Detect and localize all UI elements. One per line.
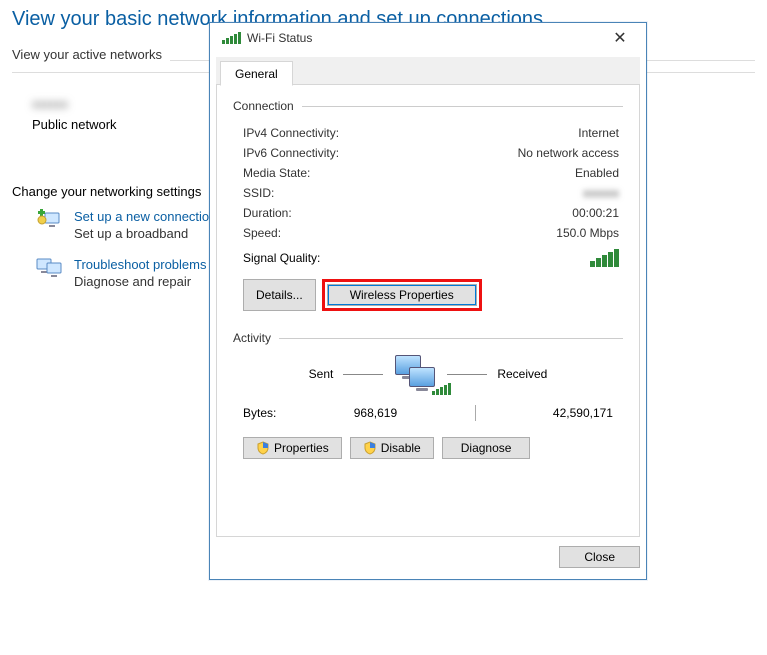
wireless-properties-button[interactable]: Wireless Properties [327, 284, 477, 306]
ipv6-label: IPv6 Connectivity: [243, 146, 339, 160]
media-state-label: Media State: [243, 166, 310, 180]
ssid-label: SSID: [243, 186, 274, 200]
troubleshoot-desc: Diagnose and repair [74, 274, 206, 289]
signal-bars-icon [590, 249, 619, 267]
ipv4-value: Internet [578, 126, 619, 140]
diagnose-button[interactable]: Diagnose [442, 437, 531, 459]
disable-button[interactable]: Disable [350, 437, 434, 459]
details-button[interactable]: Details... [243, 279, 316, 311]
bytes-sent-value: 968,619 [354, 406, 397, 420]
active-networks-label: View your active networks [12, 47, 162, 62]
bytes-received-value: 42,590,171 [553, 406, 613, 420]
highlight-annotation: Wireless Properties [322, 279, 482, 311]
shield-icon [256, 441, 270, 455]
network-name-blurred: xxxxxx [32, 97, 68, 111]
ipv6-value: No network access [518, 146, 619, 160]
speed-label: Speed: [243, 226, 281, 240]
setup-connection-icon [36, 209, 62, 229]
shield-icon [363, 441, 377, 455]
speed-value: 150.0 Mbps [556, 226, 619, 240]
ipv4-label: IPv4 Connectivity: [243, 126, 339, 140]
wifi-icon [222, 32, 241, 44]
dialog-title: Wi-Fi Status [247, 31, 312, 45]
received-label: Received [497, 367, 547, 381]
troubleshoot-link[interactable]: Troubleshoot problems [74, 257, 206, 272]
duration-value: 00:00:21 [572, 206, 619, 220]
signal-quality-label: Signal Quality: [243, 251, 320, 265]
troubleshoot-icon [36, 257, 62, 277]
ssid-value: xxxxxx [583, 186, 619, 200]
close-button[interactable]: Close [559, 546, 640, 568]
wifi-status-dialog: Wi-Fi Status ✕ General Connection IPv4 C… [209, 22, 647, 580]
tab-general[interactable]: General [220, 61, 293, 86]
setup-connection-link[interactable]: Set up a new connection [74, 209, 216, 224]
group-connection: Connection [233, 99, 623, 113]
group-activity: Activity [233, 331, 623, 345]
bytes-label: Bytes: [243, 406, 276, 420]
activity-monitors-icon [393, 355, 437, 393]
duration-label: Duration: [243, 206, 292, 220]
close-icon[interactable]: ✕ [600, 25, 640, 51]
setup-connection-desc: Set up a broadband [74, 226, 216, 241]
sent-label: Sent [309, 367, 334, 381]
titlebar: Wi-Fi Status ✕ [210, 23, 646, 53]
media-state-value: Enabled [575, 166, 619, 180]
properties-button[interactable]: Properties [243, 437, 342, 459]
